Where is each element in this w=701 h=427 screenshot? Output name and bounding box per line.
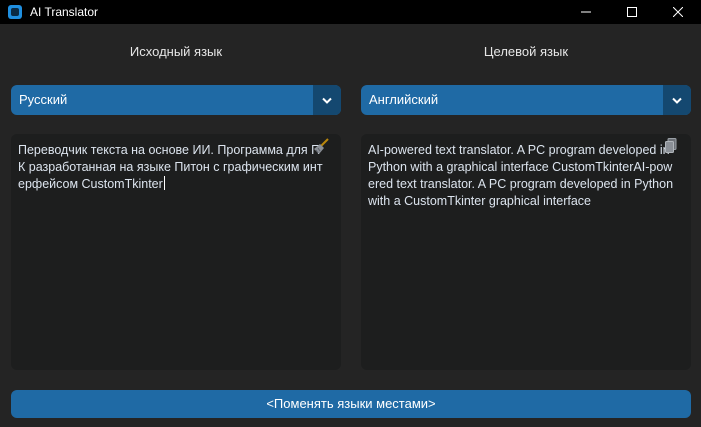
source-language-value: Русский	[19, 92, 68, 107]
copy-icon	[665, 138, 677, 153]
source-language-select[interactable]: Русский	[11, 85, 341, 115]
close-button[interactable]	[655, 0, 701, 24]
app-icon	[8, 5, 22, 19]
close-icon	[673, 7, 683, 17]
source-text-input[interactable]: Переводчик текста на основе ИИ. Программ…	[11, 134, 341, 370]
target-language-label: Целевой язык	[483, 44, 569, 59]
window-title: AI Translator	[30, 5, 99, 19]
chevron-down-icon	[672, 97, 682, 104]
target-language-value: Английский	[369, 92, 439, 107]
text-caret	[163, 176, 165, 190]
target-text-output[interactable]: AI-powered text translator. A PC program…	[361, 134, 691, 370]
target-language-select[interactable]: Английский	[361, 85, 691, 115]
maximize-button[interactable]	[609, 0, 655, 24]
copy-text-button[interactable]	[665, 138, 683, 156]
swap-languages-button[interactable]: <Поменять языки местами>	[11, 390, 691, 418]
target-dropdown-button[interactable]	[663, 85, 691, 115]
clear-text-button[interactable]	[312, 138, 330, 156]
source-dropdown-button[interactable]	[313, 85, 341, 115]
title-bar: AI Translator	[0, 0, 701, 24]
minimize-button[interactable]	[563, 0, 609, 24]
minimize-icon	[581, 11, 591, 13]
target-text: AI-powered text translator. A PC program…	[368, 143, 674, 208]
maximize-icon	[627, 7, 637, 17]
chevron-down-icon	[322, 97, 332, 104]
broom-icon	[314, 138, 329, 154]
source-text: Переводчик текста на основе ИИ. Программ…	[18, 143, 323, 191]
source-language-label: Исходный язык	[129, 44, 223, 59]
